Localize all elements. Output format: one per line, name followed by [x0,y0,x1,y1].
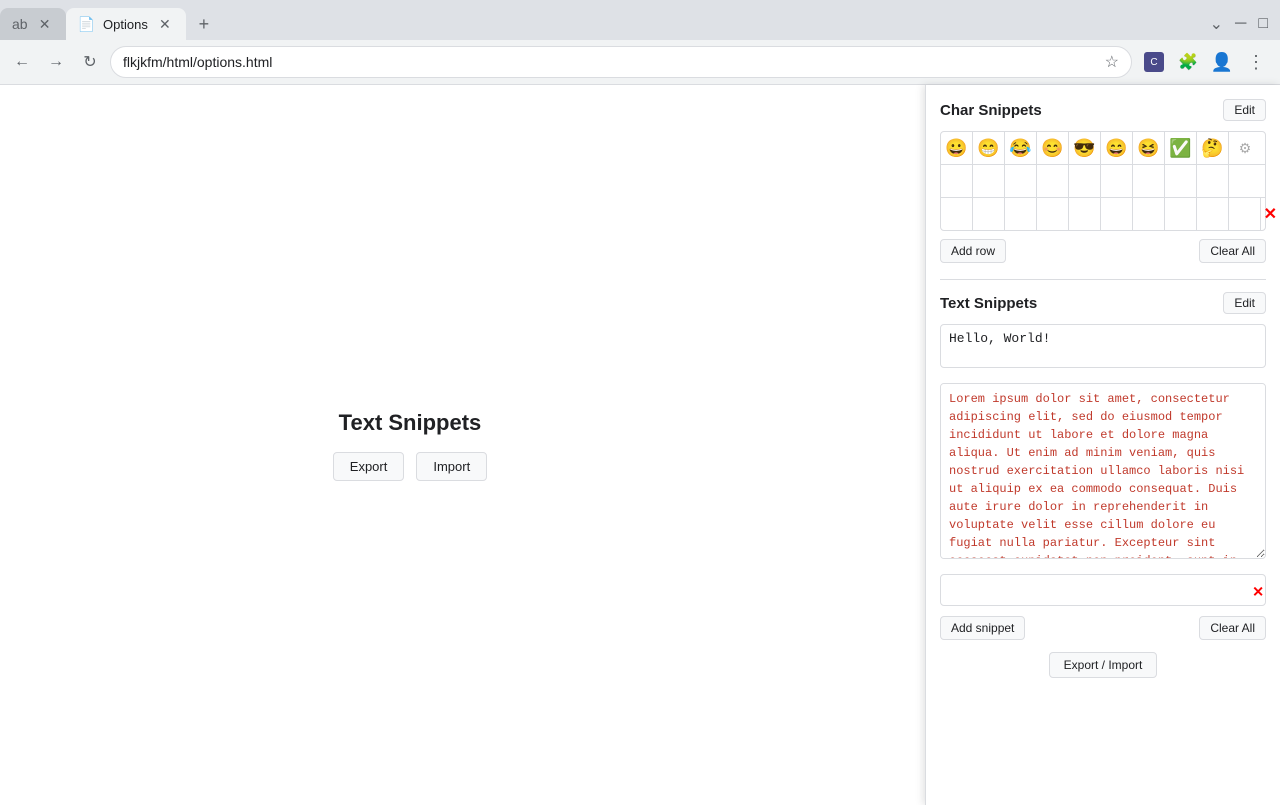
emoji-cell-3-1[interactable] [941,198,973,230]
url-text: flkjkfm/html/options.html [123,54,1099,70]
emoji-row-1: 😀 😁 😂 😊 😎 😄 😆 ✅ 🤔 ⚙ [941,132,1265,165]
tab-active-favicon: 📄 [78,16,95,33]
tab-active[interactable]: 📄 Options ✕ [66,8,186,40]
emoji-cell-2-1[interactable] [941,165,973,197]
emoji-cell-2-2[interactable] [973,165,1005,197]
popup-panel: Char Snippets Edit 😀 😁 😂 😊 😎 😄 😆 ✅ 🤔 ⚙ [925,85,1280,805]
text-snippet-area-2: Lorem ipsum dolor sit amet, consectetur … [940,383,1266,566]
emoji-cell-1-5[interactable]: 😎 [1069,132,1101,164]
tab-active-close[interactable]: ✕ [156,15,174,33]
emoji-cell-2-3[interactable] [1005,165,1037,197]
emoji-row-3: ✕ [941,198,1265,230]
section-divider [940,279,1266,280]
address-box[interactable]: flkjkfm/html/options.html ☆ [110,46,1132,78]
emoji-cell-2-7[interactable] [1133,165,1165,197]
text-snippet-area-1: Hello, World! [940,324,1266,375]
text-snippets-section: Text Snippets Export Import [333,410,487,481]
tab-inactive-close[interactable]: ✕ [36,15,54,33]
emoji-cell-2-4[interactable] [1037,165,1069,197]
menu-icon: ⋮ [1247,52,1265,73]
emoji-cell-3-7[interactable] [1133,198,1165,230]
tab-extras: ⌄ ─ □ [1206,10,1280,38]
tab-search-icon[interactable]: ⌄ [1206,10,1227,38]
add-snippet-button[interactable]: Add snippet [940,616,1025,640]
page-content: Text Snippets Export Import [0,85,820,805]
main-content: Text Snippets Export Import Char Snippet… [0,85,1280,805]
export-button[interactable]: Export [333,452,405,481]
new-tab-button[interactable]: + [190,10,218,38]
reload-button[interactable]: ↻ [76,48,104,76]
emoji-cell-3-9[interactable] [1197,198,1229,230]
import-button[interactable]: Import [416,452,487,481]
text-clear-all-button[interactable]: Clear All [1199,616,1266,640]
emoji-cell-1-4[interactable]: 😊 [1037,132,1069,164]
emoji-cell-2-5[interactable] [1069,165,1101,197]
tab-inactive-favicon: ab [12,16,28,32]
emoji-cell-3-4[interactable] [1037,198,1069,230]
emoji-cell-1-2[interactable]: 😁 [973,132,1005,164]
page-title: Text Snippets [333,410,487,436]
emoji-grid: 😀 😁 😂 😊 😎 😄 😆 ✅ 🤔 ⚙ [940,131,1266,231]
minimize-icon[interactable]: ─ [1231,11,1250,37]
export-import-container: Export / Import [940,652,1266,678]
text-actions: Add snippet Clear All [940,616,1266,640]
text-snippets-header: Text Snippets Edit [940,292,1266,314]
emoji-cell-3-5[interactable] [1069,198,1101,230]
snippet-3-delete-icon[interactable]: ✕ [1252,584,1264,601]
emoji-cell-2-10[interactable] [1229,165,1261,197]
puzzle-icon-button[interactable]: 🧩 [1172,46,1204,78]
bookmark-icon[interactable]: ☆ [1105,52,1119,72]
text-snippets-title: Text Snippets [940,295,1037,312]
emoji-cell-1-7[interactable]: 😆 [1133,132,1165,164]
char-actions: Add row Clear All [940,239,1266,263]
char-snippets-edit-button[interactable]: Edit [1223,99,1266,121]
emoji-cell-1-10[interactable]: ⚙ [1229,132,1261,164]
snippet-input-row-3: ✕ [940,574,1266,610]
char-snippets-title: Char Snippets [940,102,1042,119]
emoji-cell-3-6[interactable] [1101,198,1133,230]
back-button[interactable]: ← [8,48,36,76]
ext-icon: C [1144,52,1164,72]
menu-button[interactable]: ⋮ [1240,46,1272,78]
puzzle-icon: 🧩 [1178,52,1198,72]
profile-icon-button[interactable]: 👤 [1206,46,1238,78]
emoji-row-3-delete-icon[interactable]: ✕ [1264,204,1277,224]
char-clear-all-button[interactable]: Clear All [1199,239,1266,263]
snippet-1-input[interactable]: Hello, World! [940,324,1266,368]
emoji-cell-1-3[interactable]: 😂 [1005,132,1037,164]
snippet-2-textarea[interactable]: Lorem ipsum dolor sit amet, consectetur … [940,383,1266,559]
emoji-cell-1-6[interactable]: 😄 [1101,132,1133,164]
add-row-button[interactable]: Add row [940,239,1006,263]
extensions-download-icon[interactable]: C [1138,46,1170,78]
char-snippets-header: Char Snippets Edit [940,99,1266,121]
emoji-cell-3-2[interactable] [973,198,1005,230]
text-snippets-edit-button[interactable]: Edit [1223,292,1266,314]
browser-chrome: ab ✕ 📄 Options ✕ + ⌄ ─ □ ← → ↻ flkjkfm/h… [0,0,1280,85]
tab-bar: ab ✕ 📄 Options ✕ + ⌄ ─ □ [0,0,1280,40]
emoji-cell-2-9[interactable] [1197,165,1229,197]
tab-active-label: Options [103,17,148,32]
emoji-cell-1-9[interactable]: 🤔 [1197,132,1229,164]
emoji-cell-1-1[interactable]: 😀 [941,132,973,164]
emoji-cell-1-8[interactable]: ✅ [1165,132,1197,164]
tab-inactive[interactable]: ab ✕ [0,8,66,40]
address-bar-row: ← → ↻ flkjkfm/html/options.html ☆ C 🧩 👤 … [0,40,1280,85]
btn-row: Export Import [333,452,487,481]
forward-button[interactable]: → [42,48,70,76]
emoji-cell-2-8[interactable] [1165,165,1197,197]
export-import-button[interactable]: Export / Import [1049,652,1158,678]
toolbar-icons: C 🧩 👤 ⋮ [1138,46,1272,78]
emoji-cell-2-6[interactable] [1101,165,1133,197]
maximize-icon[interactable]: □ [1254,11,1272,37]
emoji-row-2 [941,165,1265,198]
emoji-cell-3-3[interactable] [1005,198,1037,230]
emoji-cell-3-8[interactable] [1165,198,1197,230]
emoji-cell-3-10[interactable] [1229,198,1261,230]
snippet-3-input[interactable] [940,574,1266,606]
profile-icon: 👤 [1211,52,1233,73]
